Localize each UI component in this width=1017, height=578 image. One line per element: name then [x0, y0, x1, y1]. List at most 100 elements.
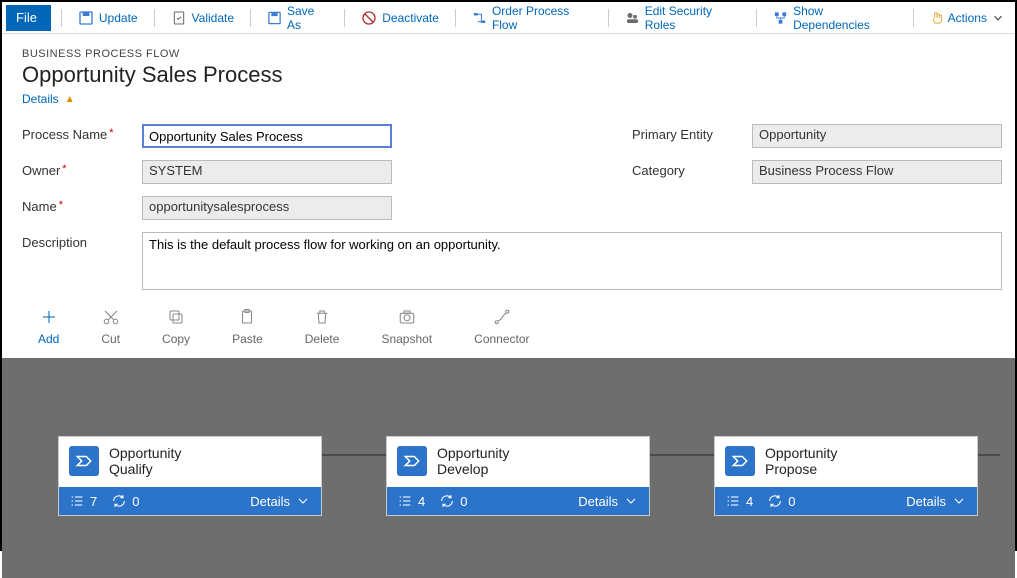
- chevron-down-icon: [951, 493, 967, 509]
- toolbar-divider: [250, 9, 251, 27]
- snapshot-button[interactable]: Snapshot: [381, 308, 432, 346]
- stage-title-l2: Develop: [437, 461, 509, 477]
- steps-count: 7: [69, 493, 97, 509]
- description-input[interactable]: [142, 232, 1002, 290]
- loops-count: 0: [767, 493, 795, 509]
- delete-button[interactable]: Delete: [305, 308, 340, 346]
- order-flow-label: Order Process Flow: [492, 4, 592, 32]
- stage-header: Opportunity Qualify: [59, 437, 321, 487]
- stage-details-button[interactable]: Details: [578, 493, 639, 509]
- category-label: Category: [632, 160, 752, 178]
- steps-value: 7: [90, 494, 97, 509]
- stage-details-button[interactable]: Details: [906, 493, 967, 509]
- security-icon: [625, 10, 640, 26]
- stage-title-l2: Qualify: [109, 461, 181, 477]
- chevron-down-icon: [991, 11, 1005, 25]
- stage-card[interactable]: Opportunity Develop 4 0 Details: [386, 436, 650, 516]
- update-button[interactable]: Update: [72, 8, 144, 28]
- deactivate-icon: [361, 10, 377, 26]
- paste-label: Paste: [232, 332, 263, 346]
- edit-security-button[interactable]: Edit Security Roles: [619, 2, 746, 34]
- toolbar-divider: [455, 9, 456, 27]
- designer-toolbar: Add Cut Copy Paste Delete Snapshot Conne…: [2, 298, 1015, 358]
- chevron-up-icon: ▲: [65, 94, 75, 105]
- order-flow-button[interactable]: Order Process Flow: [466, 2, 598, 34]
- cut-button[interactable]: Cut: [101, 308, 120, 346]
- copy-label: Copy: [162, 332, 190, 346]
- stage-footer: 4 0 Details: [715, 487, 977, 515]
- owner-field[interactable]: SYSTEM: [142, 160, 392, 184]
- stage-card[interactable]: Opportunity Qualify 7 0 Details: [58, 436, 322, 516]
- details-label: Details: [250, 494, 290, 509]
- save-as-button[interactable]: Save As: [261, 2, 334, 34]
- flow-icon: [472, 10, 487, 26]
- stage-icon: [725, 446, 755, 476]
- actions-menu[interactable]: Actions: [924, 9, 1011, 27]
- description-label: Description: [22, 232, 142, 250]
- toolbar-divider: [913, 9, 914, 27]
- file-menu[interactable]: File: [6, 5, 51, 31]
- trash-icon: [313, 308, 331, 326]
- name-label: Name: [22, 196, 142, 214]
- steps-value: 4: [746, 494, 753, 509]
- delete-label: Delete: [305, 332, 340, 346]
- loops-value: 0: [788, 494, 795, 509]
- save-icon: [78, 10, 94, 26]
- details-label: Details: [906, 494, 946, 509]
- connector-button[interactable]: Connector: [474, 308, 529, 346]
- stage-row: Opportunity Qualify 7 0 Details: [2, 436, 1015, 516]
- show-deps-label: Show Dependencies: [793, 4, 897, 32]
- process-name-input[interactable]: [142, 124, 392, 148]
- refresh-icon: [439, 493, 455, 509]
- stage-icon: [69, 446, 99, 476]
- primary-entity-field: Opportunity: [752, 124, 1002, 148]
- plus-icon: [40, 308, 58, 326]
- toolbar-divider: [61, 9, 62, 27]
- hand-icon: [930, 11, 944, 25]
- steps-value: 4: [418, 494, 425, 509]
- chevron-down-icon: [295, 493, 311, 509]
- toolbar-divider: [608, 9, 609, 27]
- cut-label: Cut: [101, 332, 120, 346]
- snapshot-label: Snapshot: [381, 332, 432, 346]
- paste-button[interactable]: Paste: [232, 308, 263, 346]
- validate-button[interactable]: Validate: [165, 8, 240, 28]
- top-toolbar: File Update Validate Save As Deactivate …: [2, 2, 1015, 34]
- show-deps-button[interactable]: Show Dependencies: [767, 2, 903, 34]
- refresh-icon: [111, 493, 127, 509]
- category-field: Business Process Flow: [752, 160, 1002, 184]
- list-icon: [397, 493, 413, 509]
- toolbar-divider: [756, 9, 757, 27]
- toolbar-divider: [154, 9, 155, 27]
- connector-label: Connector: [474, 332, 529, 346]
- header-eyebrow: BUSINESS PROCESS FLOW: [22, 48, 995, 60]
- stage-title-l1: Opportunity: [765, 445, 837, 461]
- add-label: Add: [38, 332, 59, 346]
- stage-icon: [397, 446, 427, 476]
- details-label: Details: [22, 92, 59, 106]
- update-label: Update: [99, 11, 138, 25]
- clipboard-icon: [238, 308, 256, 326]
- deactivate-label: Deactivate: [382, 11, 439, 25]
- stage-header: Opportunity Develop: [387, 437, 649, 487]
- details-toggle[interactable]: Details ▲: [22, 92, 75, 106]
- stage-title-l1: Opportunity: [109, 445, 181, 461]
- stage-card[interactable]: Opportunity Propose 4 0 Details: [714, 436, 978, 516]
- stage-title: Opportunity Propose: [765, 445, 837, 477]
- save-as-icon: [267, 10, 282, 26]
- connector-line: [650, 454, 714, 456]
- add-button[interactable]: Add: [38, 308, 59, 346]
- loops-count: 0: [439, 493, 467, 509]
- deactivate-button[interactable]: Deactivate: [355, 8, 445, 28]
- process-name-label: Process Name: [22, 124, 142, 142]
- stage-details-button[interactable]: Details: [250, 493, 311, 509]
- copy-button[interactable]: Copy: [162, 308, 190, 346]
- stage-header: Opportunity Propose: [715, 437, 977, 487]
- connector-line: [322, 454, 386, 456]
- properties-form: Process Name Primary Entity Opportunity …: [2, 112, 1015, 298]
- dependencies-icon: [773, 10, 788, 26]
- loops-value: 0: [132, 494, 139, 509]
- designer-canvas[interactable]: Opportunity Qualify 7 0 Details: [2, 358, 1015, 578]
- stage-title-l1: Opportunity: [437, 445, 509, 461]
- save-as-label: Save As: [287, 4, 328, 32]
